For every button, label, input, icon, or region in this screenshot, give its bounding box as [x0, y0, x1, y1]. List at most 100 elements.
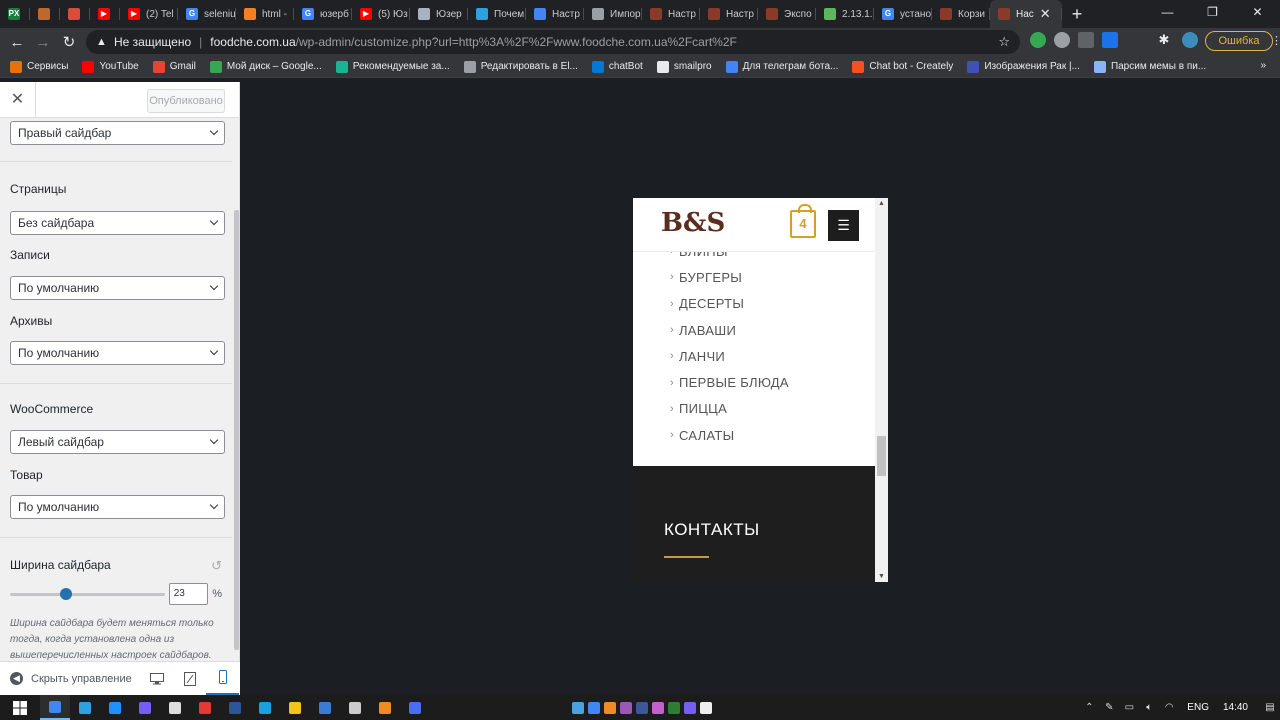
back-icon[interactable]: ← — [4, 34, 30, 51]
taskbar-app-icon[interactable] — [400, 695, 430, 720]
pages-sidebar-select[interactable]: Без сайдбара — [10, 211, 225, 235]
taskbar-app-icon[interactable] — [618, 695, 634, 720]
hamburger-menu-icon[interactable]: ☰ — [828, 210, 859, 241]
profile-avatar[interactable] — [1182, 32, 1198, 48]
category-menu-item[interactable]: › ДЕСЕРТЫ — [633, 291, 875, 317]
browser-tab[interactable]: Юзер — [410, 0, 468, 28]
category-menu-item[interactable]: › ПЕРВЫЕ БЛЮДА — [633, 369, 875, 395]
scroll-up-icon[interactable]: ▲ — [878, 200, 885, 207]
category-menu-item[interactable]: › ПИЦЦА — [633, 396, 875, 422]
taskbar-app-icon[interactable] — [190, 695, 220, 720]
close-window-button[interactable]: ✕ — [1235, 0, 1280, 28]
taskbar-app-icon[interactable] — [370, 695, 400, 720]
browser-tab[interactable]: Импор — [584, 0, 642, 28]
reload-icon[interactable]: ↻ — [56, 33, 82, 51]
minimize-button[interactable]: — — [1145, 0, 1190, 28]
preview-scrollbar[interactable]: ▲ ▼ — [875, 198, 888, 582]
taskbar-app-icon[interactable] — [40, 695, 70, 720]
restore-button[interactable]: ❐ — [1190, 0, 1235, 28]
taskbar-app-icon[interactable] — [160, 695, 190, 720]
category-menu-item[interactable]: › БУРГЕРЫ — [633, 264, 875, 290]
taskbar-app-icon[interactable] — [70, 695, 100, 720]
taskbar-app-icon[interactable] — [250, 695, 280, 720]
reset-icon[interactable]: ↺ — [211, 558, 222, 574]
browser-tab[interactable]: html - — [236, 0, 294, 28]
category-menu-item[interactable]: › САЛАТЫ — [633, 422, 875, 448]
woocommerce-sidebar-select[interactable]: Левый сайдбар — [10, 430, 225, 454]
browser-tab[interactable]: PX — [0, 0, 30, 28]
customizer-scrollbar[interactable] — [234, 210, 239, 650]
notifications-icon[interactable]: ▤ — [1260, 702, 1280, 713]
browser-tab[interactable]: Gseleniu — [178, 0, 236, 28]
start-windows-icon[interactable] — [0, 695, 40, 720]
category-menu-item[interactable]: › ЛАВАШИ — [633, 317, 875, 343]
extension-icon[interactable] — [1078, 32, 1094, 48]
bookmarks-overflow-icon[interactable]: » — [1260, 60, 1266, 71]
bookmark-item[interactable]: Мой диск – Google... — [209, 60, 322, 73]
bookmark-item[interactable]: Рекомендуемые за... — [335, 60, 450, 73]
tablet-preview-icon[interactable] — [173, 662, 206, 696]
address-bar[interactable]: ▲ Не защищено | foodche.com.ua/wp-admin/… — [86, 30, 1020, 54]
bookmark-item[interactable]: Для телеграм бота... — [725, 60, 838, 73]
taskbar-app-icon[interactable] — [310, 695, 340, 720]
battery-icon[interactable]: ▭ — [1119, 702, 1139, 713]
product-sidebar-select[interactable]: По умолчанию — [10, 495, 225, 519]
taskbar-app-icon[interactable] — [130, 695, 160, 720]
tray-expand-icon[interactable]: ⌃ — [1079, 702, 1099, 713]
forward-icon[interactable]: → — [30, 34, 56, 51]
clock[interactable]: 14:40 — [1223, 702, 1248, 713]
taskbar-app-icon[interactable] — [280, 695, 310, 720]
taskbar-app-icon[interactable] — [602, 695, 618, 720]
browser-tab[interactable]: Экспо — [758, 0, 816, 28]
posts-sidebar-select[interactable]: По умолчанию — [10, 276, 225, 300]
bookmark-item[interactable]: Изображения Рак |... — [967, 60, 1080, 73]
bookmark-item[interactable]: Chat bot - Creately — [852, 60, 953, 73]
input-language[interactable]: ENG — [1187, 702, 1209, 713]
close-icon[interactable]: ✕ — [0, 82, 36, 118]
scroll-thumb[interactable] — [877, 436, 886, 476]
browser-tab[interactable] — [60, 0, 90, 28]
slider-handle[interactable] — [60, 587, 72, 600]
site-logo[interactable]: B&S — [661, 208, 725, 238]
bookmark-star-icon[interactable]: ☆ — [998, 34, 1010, 50]
bookmark-item[interactable]: Gmail — [152, 60, 196, 73]
error-button[interactable]: Ошибка — [1205, 31, 1280, 51]
sidebar-layout-select[interactable]: Правый сайдбар — [10, 121, 225, 145]
browser-tab[interactable]: Настр — [526, 0, 584, 28]
bookmark-item[interactable]: Парсим мемы в пи... — [1093, 60, 1206, 73]
taskbar-app-icon[interactable] — [586, 695, 602, 720]
sidebar-width-slider[interactable] — [10, 587, 165, 600]
sidebar-width-input[interactable]: 23 — [168, 583, 209, 605]
publish-button[interactable]: Опубликовано — [147, 89, 225, 113]
browser-tab[interactable]: Корзи — [932, 0, 990, 28]
taskbar-app-icon[interactable] — [634, 695, 650, 720]
volume-icon[interactable]: 🔈︎ — [1139, 702, 1159, 713]
extension-icon[interactable] — [1030, 32, 1046, 48]
archives-sidebar-select[interactable]: По умолчанию — [10, 341, 225, 365]
browser-tab[interactable]: Настр — [642, 0, 700, 28]
category-menu-item[interactable]: › ЛАНЧИ — [633, 343, 875, 369]
bookmark-item[interactable]: chatBot — [591, 60, 643, 73]
tray-app-icon[interactable]: ✎ — [1099, 702, 1119, 713]
extension-beta-icon[interactable] — [1102, 32, 1118, 48]
bookmark-item[interactable]: YouTube — [82, 60, 139, 73]
desktop-preview-icon[interactable] — [140, 662, 173, 696]
bookmark-item[interactable]: smailpro — [656, 60, 712, 73]
browser-tab[interactable]: Почем — [468, 0, 526, 28]
browser-tab[interactable]: ▶ (2) Tel — [120, 0, 178, 28]
taskbar-app-icon[interactable] — [666, 695, 682, 720]
taskbar-app-icon[interactable] — [570, 695, 586, 720]
browser-tab[interactable]: Gустано — [874, 0, 932, 28]
bookmark-item[interactable]: Редактировать в El... — [463, 60, 578, 73]
extension-icon[interactable] — [1054, 32, 1070, 48]
mobile-preview-icon[interactable] — [206, 662, 239, 696]
taskbar-app-icon[interactable] — [220, 695, 250, 720]
browser-tab[interactable]: ▶ (5) Юз — [352, 0, 410, 28]
cart-bag-icon[interactable]: 4 — [790, 204, 816, 238]
taskbar-app-icon[interactable] — [100, 695, 130, 720]
browser-tab[interactable]: Нас ✕ — [990, 0, 1062, 28]
taskbar-app-icon[interactable] — [698, 695, 714, 720]
hide-controls-button[interactable]: ◀ Скрыть управление — [0, 672, 140, 685]
bookmark-item[interactable]: Сервисы — [10, 60, 68, 73]
browser-tab[interactable]: Gюзерб — [294, 0, 352, 28]
